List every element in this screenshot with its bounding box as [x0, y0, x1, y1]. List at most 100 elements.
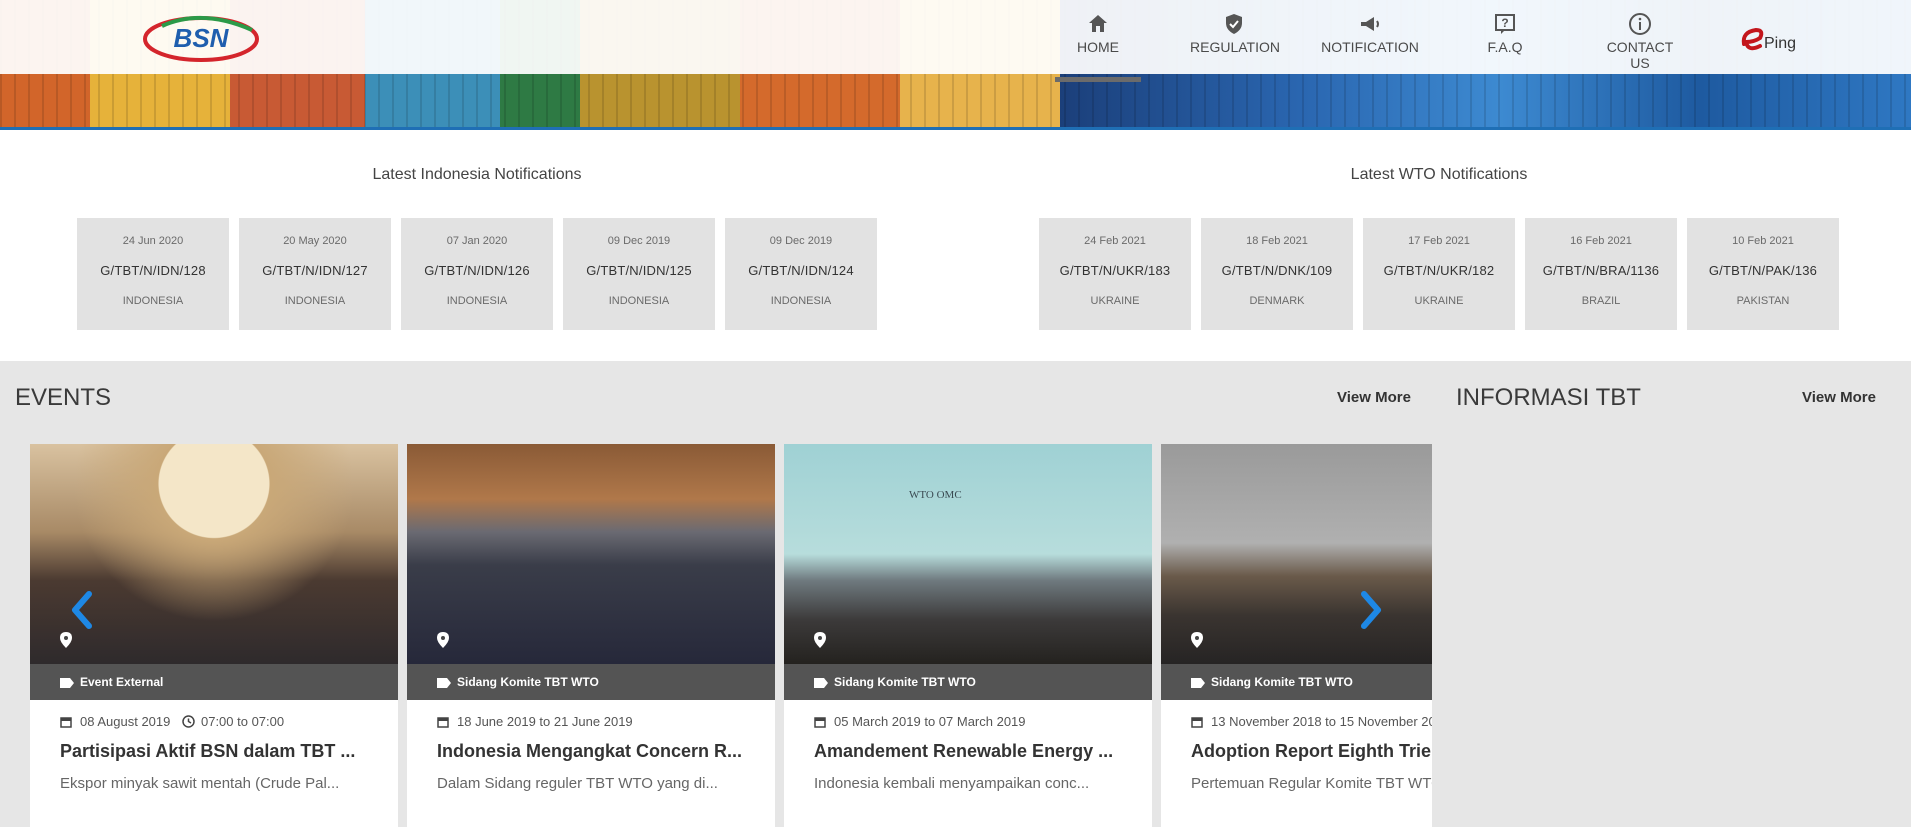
location-pin-icon — [60, 632, 72, 648]
lower-section: EVENTS View More INFORMASI TBT View More… — [0, 361, 1911, 827]
tag-icon — [60, 678, 74, 688]
wto-notification-card[interactable]: 24 Feb 2021 G/TBT/N/UKR/183 UKRAINE — [1039, 218, 1191, 330]
nav-regulation[interactable]: REGULATION — [1190, 12, 1280, 70]
location-pin-icon — [1191, 632, 1203, 648]
event-title[interactable]: Partisipasi Aktif BSN dalam TBT ... — [60, 741, 355, 762]
svg-text:BSN: BSN — [174, 23, 230, 53]
notification-date: 18 Feb 2021 — [1246, 235, 1308, 247]
event-tag-bar: Sidang Komite TBT WTO — [1161, 664, 1432, 700]
nav-label: F.A.Q — [1487, 39, 1523, 55]
notification-country: INDONESIA — [770, 295, 832, 307]
calendar-icon — [437, 717, 449, 728]
notification-country: INDONESIA — [284, 295, 346, 307]
event-tag-label: Sidang Komite TBT WTO — [457, 675, 599, 689]
event-date-text: 13 November 2018 to 15 November 2018 — [1211, 714, 1432, 729]
notification-date: 09 Dec 2019 — [607, 235, 671, 247]
event-time-text: 07:00 to 07:00 — [200, 714, 285, 729]
nav-label: REGULATION — [1190, 39, 1280, 55]
nav-notification[interactable]: NOTIFICATION — [1320, 12, 1420, 70]
notification-country: PAKISTAN — [1736, 295, 1790, 307]
event-tag-bar: Event External — [30, 664, 398, 700]
nav-contact-us[interactable]: CONTACT US — [1596, 12, 1684, 71]
help-icon: ? — [1495, 14, 1515, 34]
event-card[interactable]: Sidang Komite TBT WTO 18 June 2019 to 21… — [407, 444, 775, 827]
wto-notification-card[interactable]: 17 Feb 2021 G/TBT/N/UKR/182 UKRAINE — [1363, 218, 1515, 330]
notification-code: G/TBT/N/UKR/182 — [1383, 263, 1495, 278]
megaphone-icon — [1361, 17, 1379, 31]
indonesia-notification-card[interactable]: 07 Jan 2020 G/TBT/N/IDN/126 INDONESIA — [401, 218, 553, 330]
notification-code: G/TBT/N/DNK/109 — [1221, 263, 1333, 278]
notification-date: 20 May 2020 — [283, 235, 347, 247]
indonesia-notification-card[interactable]: 24 Jun 2020 G/TBT/N/IDN/128 INDONESIA — [77, 218, 229, 330]
notification-date: 17 Feb 2021 — [1408, 235, 1470, 247]
navbar: BSN HOME REGULATION NOTIFICATION ? F.A.Q… — [0, 0, 1911, 82]
event-photo — [1161, 444, 1432, 664]
carousel-prev-arrow-icon[interactable] — [67, 590, 97, 630]
event-tag-bar: Sidang Komite TBT WTO — [407, 664, 775, 700]
bsn-logo[interactable]: BSN — [142, 12, 260, 64]
event-excerpt: Indonesia kembali menyampaikan conc... — [814, 775, 1090, 792]
event-photo — [407, 444, 775, 664]
notification-country: UKRAINE — [1090, 295, 1140, 307]
event-excerpt: Pertemuan Regular Komite TBT WTO — [1191, 775, 1432, 792]
event-card[interactable]: Event External 08 August 2019 07:00 to 0… — [30, 444, 398, 827]
informasi-tbt-view-more-link[interactable]: View More — [1802, 389, 1876, 406]
event-title[interactable]: Amandement Renewable Energy ... — [814, 741, 1113, 762]
events-title: EVENTS — [15, 384, 112, 411]
event-card[interactable]: Sidang Komite TBT WTO 13 November 2018 t… — [1161, 444, 1432, 827]
notification-date: 16 Feb 2021 — [1570, 235, 1632, 247]
notification-country: BRAZIL — [1581, 295, 1621, 307]
location-pin-icon — [437, 632, 449, 648]
event-card[interactable]: WTO OMC Sidang Komite TBT WTO 05 March 2… — [784, 444, 1152, 827]
event-tag-bar: Sidang Komite TBT WTO — [784, 664, 1152, 700]
wto-notification-card[interactable]: 10 Feb 2021 G/TBT/N/PAK/136 PAKISTAN — [1687, 218, 1839, 330]
notification-country: INDONESIA — [122, 295, 184, 307]
nav-home[interactable]: HOME — [1055, 12, 1141, 82]
calendar-icon — [60, 717, 72, 728]
event-date: 18 June 2019 to 21 June 2019 — [437, 714, 633, 729]
info-icon — [1629, 13, 1651, 35]
notification-code: G/TBT/N/IDN/125 — [586, 263, 692, 278]
notification-code: G/TBT/N/IDN/127 — [262, 263, 368, 278]
clock-icon — [182, 715, 195, 728]
event-title[interactable]: Indonesia Mengangkat Concern R... — [437, 741, 742, 762]
notification-country: INDONESIA — [446, 295, 508, 307]
informasi-tbt-title: INFORMASI TBT — [1456, 384, 1641, 411]
calendar-icon — [814, 717, 826, 728]
wto-notification-card[interactable]: 16 Feb 2021 G/TBT/N/BRA/1136 BRAZIL — [1525, 218, 1677, 330]
event-date: 08 August 2019 07:00 to 07:00 — [60, 714, 284, 729]
indonesia-notification-card[interactable]: 09 Dec 2019 G/TBT/N/IDN/124 INDONESIA — [725, 218, 877, 330]
events-view-more-link[interactable]: View More — [1337, 389, 1411, 406]
event-date-text: 08 August 2019 — [80, 714, 171, 729]
notification-date: 24 Feb 2021 — [1084, 235, 1146, 247]
tag-icon — [1191, 678, 1205, 688]
wto-omc-caption: WTO OMC — [909, 489, 962, 501]
wto-notifications-title: Latest WTO Notifications — [1350, 166, 1528, 183]
notification-date: 07 Jan 2020 — [446, 235, 508, 247]
eping-logo[interactable]: Ping — [1738, 22, 1814, 58]
event-tag-label: Sidang Komite TBT WTO — [834, 675, 976, 689]
event-date: 13 November 2018 to 15 November 2018 — [1191, 714, 1432, 729]
shield-icon — [1226, 14, 1242, 34]
home-icon — [1089, 15, 1107, 32]
wto-notification-card[interactable]: 18 Feb 2021 G/TBT/N/DNK/109 DENMARK — [1201, 218, 1353, 330]
nav-faq[interactable]: ? F.A.Q — [1485, 12, 1525, 70]
event-date: 05 March 2019 to 07 March 2019 — [814, 714, 1026, 729]
event-tag-label: Sidang Komite TBT WTO — [1211, 675, 1353, 689]
event-date-text: 18 June 2019 to 21 June 2019 — [457, 714, 633, 729]
tag-icon — [437, 678, 451, 688]
site-header: BSN HOME REGULATION NOTIFICATION ? F.A.Q… — [0, 0, 1911, 130]
event-photo — [30, 444, 398, 664]
indonesia-notification-card[interactable]: 09 Dec 2019 G/TBT/N/IDN/125 INDONESIA — [563, 218, 715, 330]
notification-code: G/TBT/N/PAK/136 — [1708, 263, 1818, 278]
nav-label: NOTIFICATION — [1321, 39, 1419, 55]
notification-code: G/TBT/N/BRA/1136 — [1542, 263, 1660, 278]
indonesia-notification-card[interactable]: 20 May 2020 G/TBT/N/IDN/127 INDONESIA — [239, 218, 391, 330]
notification-date: 10 Feb 2021 — [1732, 235, 1794, 247]
event-excerpt: Dalam Sidang reguler TBT WTO yang di... — [437, 775, 718, 792]
event-title[interactable]: Adoption Report Eighth Triennial Review — [1191, 741, 1432, 762]
nav-label: CONTACT US — [1606, 39, 1674, 71]
event-date-text: 05 March 2019 to 07 March 2019 — [834, 714, 1026, 729]
indonesia-notifications-title: Latest Indonesia Notifications — [372, 166, 582, 183]
carousel-next-arrow-icon[interactable] — [1356, 590, 1386, 630]
